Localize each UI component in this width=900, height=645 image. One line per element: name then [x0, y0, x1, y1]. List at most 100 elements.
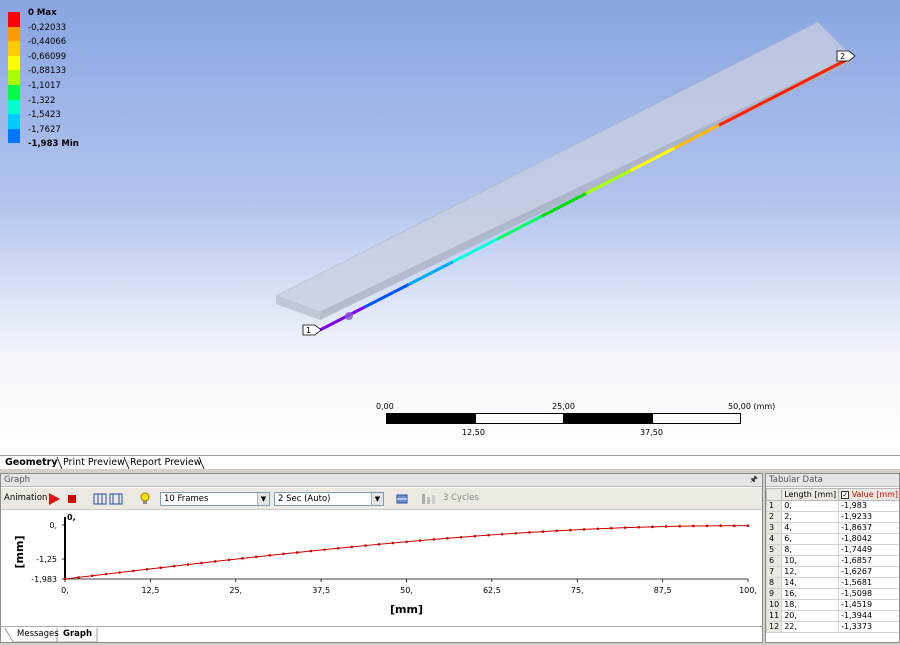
model-viewport[interactable]: 1 2 0 Max -0,22033 -0,44066 -0,66099 -0,8813… [0, 0, 900, 455]
x-tick-label: 100, [739, 586, 757, 595]
pin-icon[interactable]: 🖈 [750, 474, 758, 486]
data-point [514, 531, 518, 535]
graph-plot-area[interactable]: 0, -1,25 -1,983 0, 12,5 25, 37,5 50, 62,5 75, 87,5… [1, 511, 762, 626]
y-axis-label: [mm] [13, 536, 26, 569]
table-row[interactable]: 11 20, -1,3944 [766, 610, 899, 622]
row-index: 2 [766, 511, 783, 523]
bottom-panels: Graph 🖈 Animation 10 Frames ▼ 2 Sec (Aut… [0, 469, 900, 645]
probe-handle[interactable] [345, 312, 353, 320]
stop-icon[interactable] [65, 492, 79, 506]
cycles-icon[interactable] [421, 492, 439, 506]
length-cell: 6, [781, 533, 840, 545]
length-cell: 22, [781, 621, 840, 633]
value-cell: -1,3373 [838, 621, 899, 633]
table-row[interactable]: 6 10, -1,6857 [766, 555, 899, 567]
row-index: 9 [766, 588, 783, 600]
point-2-marker[interactable]: 2 [836, 50, 856, 62]
row-index: 6 [766, 555, 783, 567]
scale-ruler: 0,00 25,00 50,00 (mm) 12,50 37,50 [376, 402, 776, 442]
legend-label: -0,88133 [28, 66, 67, 77]
x-tick-label: 62,5 [483, 586, 501, 595]
length-cell: 0, [781, 500, 840, 512]
data-point [692, 524, 695, 528]
tab-messages[interactable]: Messages [13, 628, 63, 642]
table-row[interactable]: 10 18, -1,4519 [766, 599, 899, 611]
data-point [719, 524, 722, 528]
legend-label: -0,44066 [28, 37, 67, 48]
row-index: 8 [766, 577, 783, 589]
cycles-label: 3 Cycles [443, 493, 479, 503]
legend-label: -1,322 [28, 95, 56, 106]
data-point [678, 524, 681, 528]
top-label: 0, [67, 513, 76, 522]
data-point [241, 557, 244, 560]
data-point [733, 524, 736, 527]
value-cell: -1,6857 [838, 555, 899, 567]
duration-select[interactable]: 2 Sec (Auto) ▼ [274, 492, 384, 506]
length-column-header[interactable]: Length [mm] [781, 488, 840, 501]
table-row[interactable]: 8 14, -1,5681 [766, 577, 899, 589]
graph-panel: Graph 🖈 Animation 10 Frames ▼ 2 Sec (Aut… [0, 473, 763, 643]
table-row[interactable]: 12 22, -1,3373 [766, 621, 899, 633]
row-index: 12 [766, 621, 783, 633]
table-row[interactable]: 1 0, -1,983 [766, 500, 899, 512]
legend-label: -0,66099 [28, 51, 67, 62]
row-index: 5 [766, 544, 783, 556]
x-tick-label: 25, [229, 586, 242, 595]
length-cell: 18, [781, 599, 840, 611]
data-point [200, 561, 203, 565]
table-body: 1 0, -1,983 2 2, -1,9233 3 4, -1,8637 4 6, -1,8042 5… [766, 500, 899, 633]
table-row[interactable]: 5 8, -1,7449 [766, 544, 899, 556]
data-point [487, 533, 490, 537]
data-point [159, 566, 162, 570]
value-column-header[interactable]: ✓ Value [mm] [838, 488, 899, 501]
graph-panel-title: Graph [4, 475, 31, 485]
scale-label-50: 50,00 (mm) [728, 402, 776, 411]
legend-swatch [8, 99, 20, 115]
table-row[interactable]: 2 2, -1,9233 [766, 511, 899, 523]
data-point [432, 538, 436, 541]
x-tick-label: 12,5 [141, 586, 159, 595]
legend-label: 0 Max [28, 8, 57, 18]
row-index: 11 [766, 610, 783, 622]
data-point [746, 524, 750, 527]
legend-swatch [8, 41, 20, 56]
model-scene: 1 2 [275, 21, 856, 336]
data-point [377, 542, 381, 546]
data-point [582, 528, 586, 531]
tab-dividers [56, 456, 205, 470]
data-point [459, 535, 463, 539]
checkbox-icon[interactable]: ✓ [841, 490, 850, 499]
frames-select[interactable]: 10 Frames ▼ [160, 492, 270, 506]
tab-graph[interactable]: Graph [59, 628, 96, 642]
result-frames-icon[interactable] [109, 492, 123, 506]
point-1-marker[interactable]: 1 [302, 324, 322, 336]
export-video-icon[interactable] [395, 492, 409, 506]
scale-segment-2 [475, 413, 564, 424]
legend-swatch [8, 84, 20, 100]
distributed-frames-icon[interactable] [93, 492, 107, 506]
table-header-row: Length [mm] ✓ Value [mm] [766, 488, 899, 501]
result-path-line [319, 55, 853, 332]
y-tick-label: -1,983 [31, 575, 57, 584]
table-row[interactable]: 3 4, -1,8637 [766, 522, 899, 534]
legend-swatch [8, 12, 20, 27]
row-index: 7 [766, 566, 783, 578]
table-row[interactable]: 9 16, -1,5098 [766, 588, 899, 600]
lightbulb-icon[interactable] [138, 492, 152, 506]
legend-swatch [8, 114, 20, 129]
value-cell: -1,4519 [838, 599, 899, 611]
length-cell: 8, [781, 544, 840, 556]
legend-label: -0,22033 [28, 22, 67, 33]
data-point [705, 524, 709, 528]
data-point [323, 548, 326, 551]
data-point [77, 576, 80, 579]
legend-swatch [8, 70, 20, 85]
table-row[interactable]: 4 6, -1,8042 [766, 533, 899, 545]
data-point [664, 525, 668, 528]
data-point [364, 544, 367, 547]
table-row[interactable]: 7 12, -1,6267 [766, 566, 899, 578]
data-point [528, 531, 531, 534]
data-point [446, 536, 449, 540]
play-icon[interactable] [47, 492, 61, 506]
